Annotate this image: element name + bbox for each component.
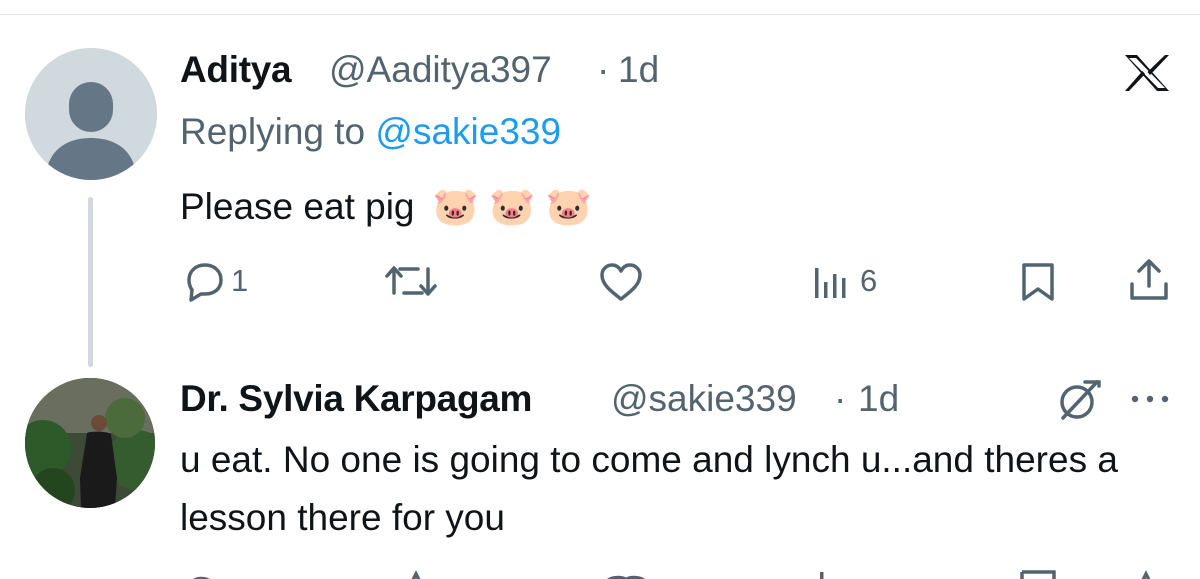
- tweet1-replying-to: Replying to @sakie339: [180, 111, 561, 153]
- tweet1-author-handle[interactable]: @Aaditya397: [329, 49, 552, 91]
- avatar-sylvia-karpagam[interactable]: [25, 378, 155, 508]
- tweet1-text-content: Please eat pig: [180, 186, 415, 227]
- profile-photo: [25, 378, 155, 508]
- tweet1-timestamp[interactable]: 1d: [618, 49, 659, 91]
- retweet-icon: [385, 266, 437, 296]
- top-divider: [0, 14, 1200, 15]
- tweet1-text: Please eat pig 🐷 🐷 🐷: [180, 178, 592, 236]
- pig-emoji: 🐷: [545, 186, 592, 227]
- views-count: 6: [860, 263, 878, 298]
- share-icon[interactable]: [1127, 258, 1171, 302]
- reply-button[interactable]: 1: [183, 260, 248, 302]
- tweet2-author-handle[interactable]: @sakie339: [611, 378, 797, 420]
- views-icon: [815, 268, 846, 298]
- x-logo-icon[interactable]: [1123, 53, 1171, 93]
- tweet1-author-name[interactable]: Aditya: [180, 49, 292, 91]
- retweet-button[interactable]: [384, 263, 438, 299]
- more-icon[interactable]: [1130, 393, 1170, 405]
- heart-icon: [600, 263, 642, 301]
- views-button[interactable]: 6: [812, 262, 877, 300]
- avatar-aditya[interactable]: [25, 48, 157, 180]
- tweet2-timestamp[interactable]: 1d: [858, 378, 899, 420]
- reply-count: 1: [231, 263, 249, 298]
- bookmark-icon[interactable]: [1019, 261, 1057, 303]
- tweet2-action-icons-partial: [193, 570, 1151, 579]
- thread-connector-line: [88, 197, 93, 367]
- grok-icon[interactable]: [1055, 378, 1103, 422]
- tweet2-author-name[interactable]: Dr. Sylvia Karpagam: [180, 378, 532, 420]
- like-button[interactable]: [598, 262, 644, 302]
- default-avatar-icon: [25, 48, 157, 180]
- replying-to-label: Replying to: [180, 111, 366, 152]
- replying-to-mention[interactable]: @sakie339: [375, 111, 561, 152]
- tweet2-action-bar: [180, 568, 1180, 579]
- tweet1-separator: ·: [597, 49, 610, 90]
- reply-icon: [187, 263, 223, 302]
- tweet2-text: u eat. No one is going to come and lynch…: [180, 439, 1118, 538]
- tweet2-separator: ·: [834, 378, 847, 419]
- pig-emoji: 🐷: [432, 186, 479, 227]
- pig-emoji: 🐷: [489, 186, 536, 227]
